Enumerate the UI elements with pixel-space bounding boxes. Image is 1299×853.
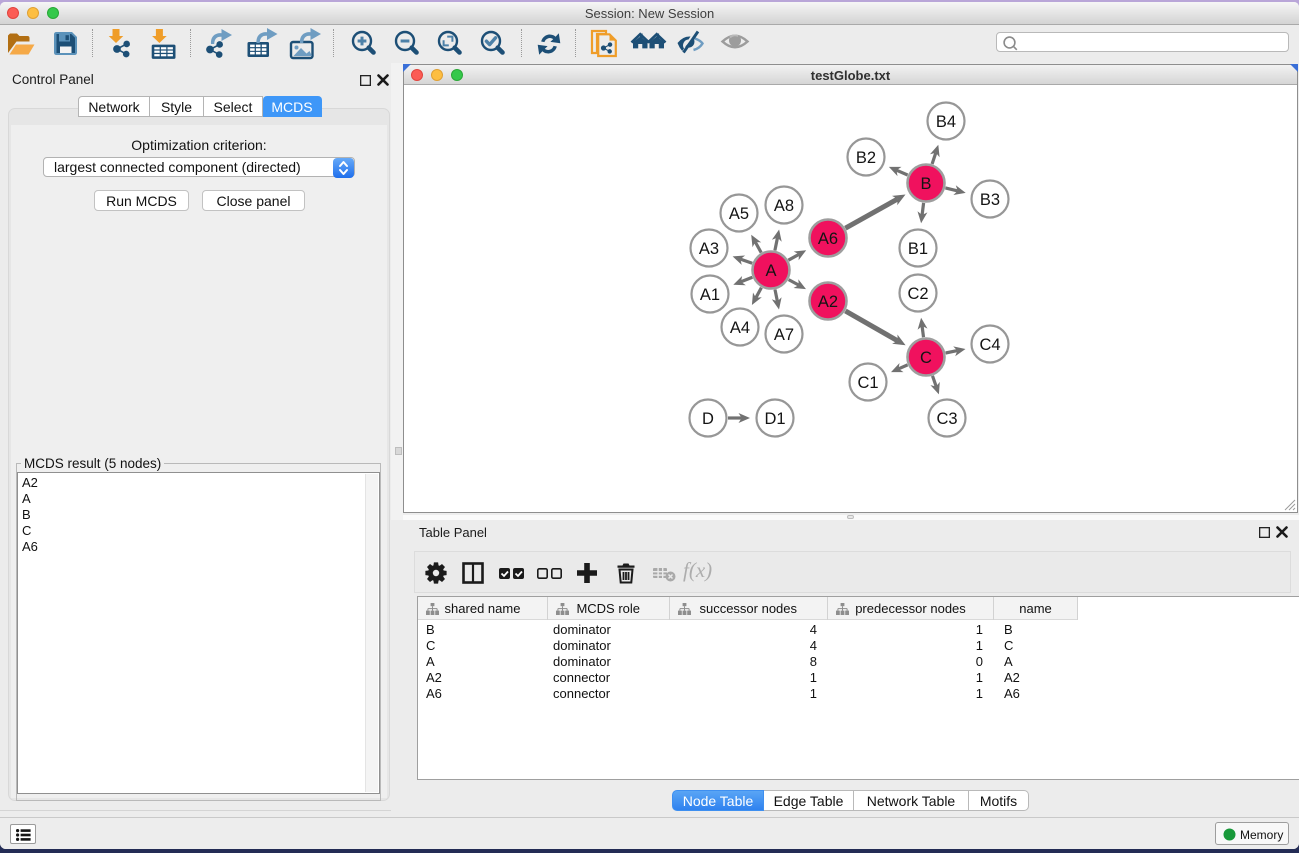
svg-text:A3: A3	[699, 240, 719, 258]
svg-text:A6: A6	[818, 230, 838, 248]
svg-text:A: A	[765, 262, 776, 280]
svg-text:D: D	[702, 410, 714, 428]
svg-text:A1: A1	[700, 286, 720, 304]
svg-text:A4: A4	[730, 319, 750, 337]
svg-text:C2: C2	[907, 285, 928, 303]
svg-text:B3: B3	[980, 191, 1000, 209]
svg-text:C1: C1	[857, 374, 878, 392]
svg-text:B: B	[920, 175, 931, 193]
svg-text:C4: C4	[979, 336, 1000, 354]
svg-text:A2: A2	[818, 293, 838, 311]
svg-text:B1: B1	[908, 240, 928, 258]
svg-text:B2: B2	[856, 149, 876, 167]
svg-text:B4: B4	[936, 113, 956, 131]
svg-text:A8: A8	[774, 197, 794, 215]
svg-text:C3: C3	[936, 410, 957, 428]
svg-text:D1: D1	[764, 410, 785, 428]
svg-text:A5: A5	[729, 205, 749, 223]
svg-text:A7: A7	[774, 326, 794, 344]
svg-text:C: C	[920, 349, 932, 367]
